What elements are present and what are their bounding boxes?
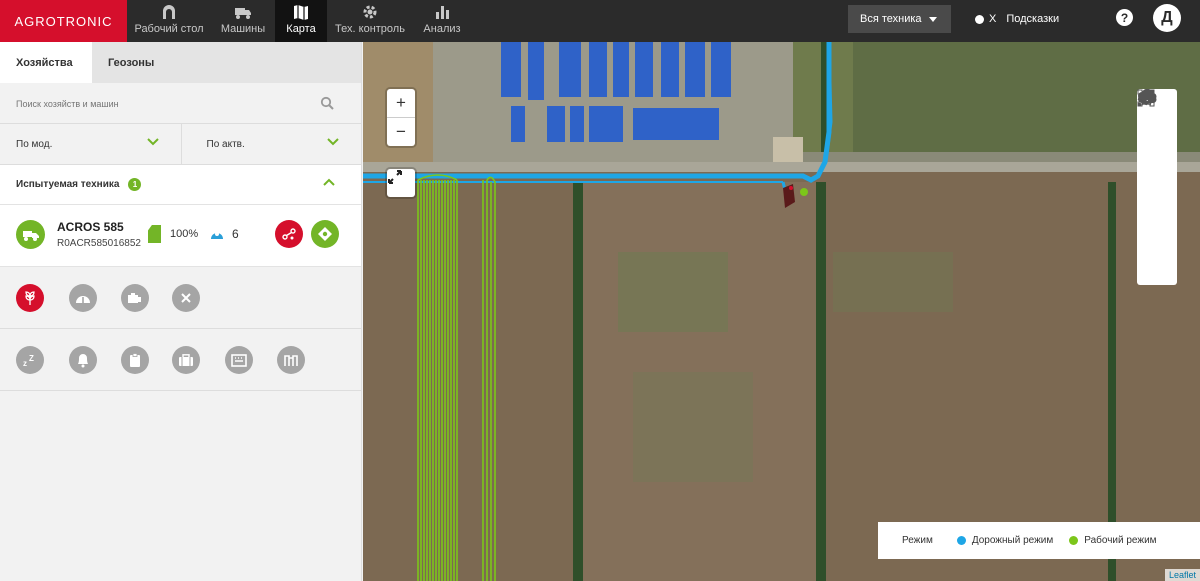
nav-dashboard-label: Рабочий стол (134, 23, 204, 35)
legend-item-work: Рабочий режим (1069, 535, 1157, 546)
measure-tool[interactable] (1137, 89, 1177, 206)
briefcase-icon[interactable] (172, 346, 200, 374)
filter-by-model[interactable]: По мод. (0, 124, 181, 165)
vehicle-filter-label: Вся техника (860, 13, 922, 25)
nav-tech-control[interactable]: Тех. контроль (327, 0, 413, 42)
map-icon (294, 5, 308, 20)
zoom-control: + − (387, 89, 415, 146)
bar-chart-icon (436, 6, 449, 19)
zoom-in-button[interactable]: + (387, 89, 415, 117)
sleep-icon[interactable]: zZ (16, 346, 44, 374)
user-avatar[interactable]: Д (1153, 4, 1181, 32)
legend-work-label: Рабочий режим (1084, 535, 1157, 546)
zoom-out-button[interactable]: − (387, 117, 415, 145)
filter-by-activity[interactable]: По актв. (180, 124, 362, 165)
filter-by-model-label: По мод. (16, 139, 53, 150)
nav-tech-control-label: Тех. контроль (335, 23, 405, 35)
help-icon[interactable]: ? (1116, 9, 1133, 26)
clipboard-icon[interactable] (121, 346, 149, 374)
machine-actions-row-1 (0, 267, 361, 329)
mode-legend: Режим Дорожный режим Рабочий режим (878, 522, 1200, 559)
search-bar (0, 83, 361, 124)
hints-label: Подсказки (1006, 13, 1060, 25)
hints-toggle[interactable]: X Подсказки (975, 13, 1059, 25)
close-icon: X (989, 13, 997, 25)
track-route-button[interactable] (275, 220, 303, 248)
svg-text:Z: Z (29, 354, 34, 363)
rain-cloud-icon (1138, 89, 1157, 106)
tab-farms[interactable]: Хозяйства (0, 42, 92, 83)
calendar-icon[interactable] (225, 346, 253, 374)
nav-map[interactable]: Карта (275, 0, 327, 42)
search-icon[interactable] (320, 96, 334, 110)
truck-icon (235, 8, 251, 19)
harvester-icon (16, 220, 45, 249)
close-icon[interactable] (172, 284, 200, 312)
locate-machine-button[interactable] (311, 220, 339, 248)
engine-icon[interactable] (121, 284, 149, 312)
toggle-knob[interactable] (975, 14, 984, 24)
nav-machines-label: Машины (220, 23, 266, 35)
sidebar: Хозяйства Геозоны По мод. По актв. Испыт… (0, 42, 362, 581)
expand-arrows-icon (388, 170, 402, 184)
header-icon[interactable] (277, 346, 305, 374)
gear-icon (363, 5, 377, 19)
satellite-count: 6 (210, 227, 239, 241)
work-mode-dot (1069, 536, 1079, 545)
road-mode-dot (956, 536, 966, 545)
group-title: Испытуемая техника (16, 179, 120, 190)
speedometer-icon[interactable] (69, 284, 97, 312)
nav-machines[interactable]: Машины (211, 0, 275, 42)
nav-dashboard[interactable]: Рабочий стол (127, 0, 211, 42)
top-navigation-bar: AGROTRONIC Рабочий стол Машины Карта Тех… (0, 0, 1200, 42)
machine-card[interactable]: ACROS 585 R0ACR585016852 100% 6 (0, 205, 361, 267)
chevron-down-icon (146, 138, 159, 146)
legend-title: Режим (902, 535, 933, 546)
filter-by-activity-label: По актв. (206, 139, 245, 150)
vehicle-filter-dropdown[interactable]: Вся техника (848, 5, 951, 33)
bell-icon[interactable] (69, 346, 97, 374)
weather-tool[interactable] (1137, 89, 1177, 284)
fuel-icon (148, 225, 161, 243)
caret-down-icon (929, 17, 937, 22)
machine-name: ACROS 585 (57, 220, 124, 234)
machine-serial: R0ACR585016852 (57, 238, 141, 249)
sidebar-tabs: Хозяйства Геозоны (0, 42, 361, 83)
brand-logo[interactable]: AGROTRONIC (0, 0, 127, 42)
nav-analysis[interactable]: Анализ (413, 0, 471, 42)
machine-group-header[interactable]: Испытуемая техника 1 (0, 165, 361, 205)
satellite-value: 6 (232, 227, 239, 241)
fuel-value: 100% (170, 228, 199, 240)
map-tools-panel (1137, 89, 1177, 285)
grain-icon[interactable] (16, 284, 44, 312)
map-attribution[interactable]: Leaflet (1164, 569, 1200, 581)
chevron-up-icon[interactable] (323, 178, 335, 186)
layers-tool[interactable] (1137, 91, 1177, 245)
nav-analysis-label: Анализ (423, 23, 461, 35)
tab-geozones[interactable]: Геозоны (92, 42, 184, 83)
dashboard-icon (163, 5, 175, 19)
search-input[interactable] (16, 95, 306, 113)
upload-tool[interactable] (1137, 91, 1177, 167)
fuel-level: 100% (148, 225, 198, 243)
crosshair-icon (318, 227, 332, 241)
satellite-icon (211, 232, 223, 239)
machine-actions-row-2: zZ (0, 329, 361, 391)
legend-item-road: Дорожный режим (956, 535, 1054, 546)
legend-road-label: Дорожный режим (971, 535, 1054, 546)
filters-row: По мод. По актв. (0, 124, 361, 165)
route-icon (282, 228, 296, 240)
group-count-badge: 1 (128, 178, 142, 191)
map-view[interactable]: + − Режим Дорожный режим Рабочий режим L… (363, 42, 1200, 581)
satellite-imagery (363, 42, 1200, 581)
nav-map-label: Карта (286, 23, 316, 35)
fullscreen-button[interactable] (387, 169, 415, 197)
svg-text:z: z (23, 359, 27, 367)
chevron-down-icon (327, 138, 339, 146)
